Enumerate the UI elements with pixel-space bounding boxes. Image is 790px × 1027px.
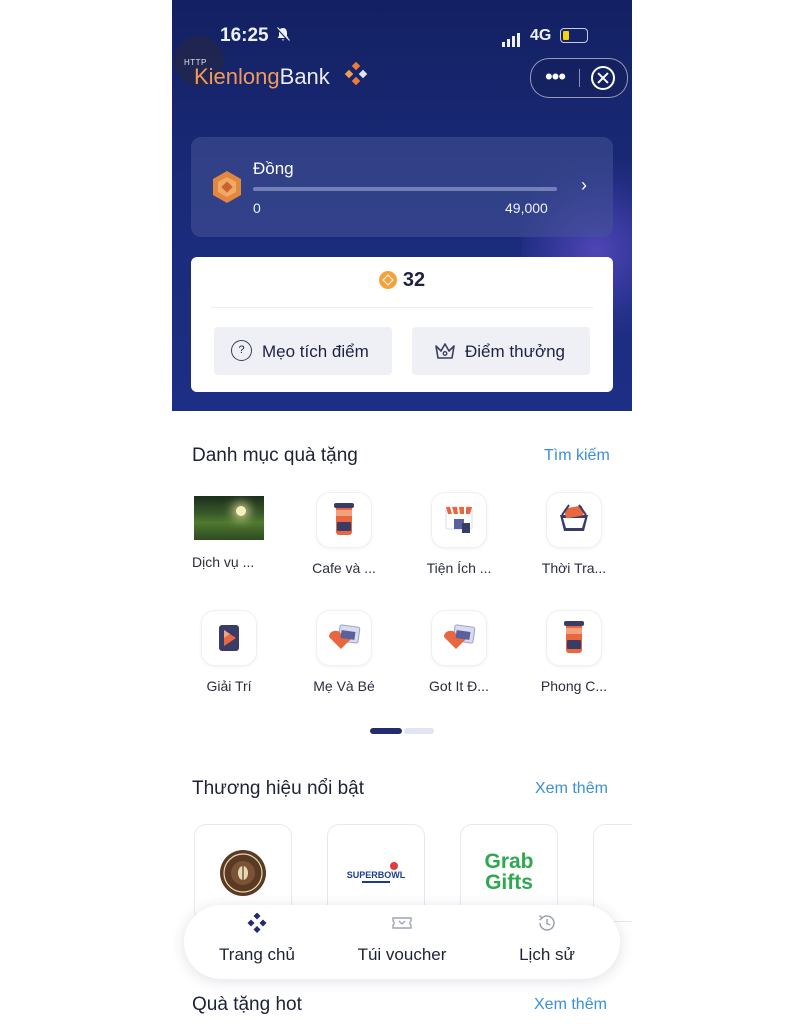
status-time: 16:25 [220,25,269,46]
search-link[interactable]: Tìm kiếm [544,447,610,465]
membership-tier-card[interactable]: Đồng 0 49,000 › [191,137,613,237]
category-item[interactable]: Phong C... [524,610,624,694]
hot-gifts-title: Quà tặng hot [192,994,302,1015]
crown-icon [434,341,456,365]
close-icon[interactable] [591,66,615,90]
category-item[interactable]: Mẹ Và Bé [294,610,394,694]
home-icon [247,912,267,934]
points-card: 32 ? Mẹo tích điểm Điểm thưởng [191,257,613,392]
app-screen: 16:25 4G HTTP KienlongBank ••• Đồng 0 49… [172,0,632,1027]
logo-mark-icon [344,61,368,91]
question-icon: ? [231,340,252,361]
battery-icon [560,28,588,43]
shopping-basket-icon [546,492,602,548]
hero-header: 16:25 4G HTTP KienlongBank ••• Đồng 0 49… [172,0,632,411]
grab-gifts-logo: Grab Gifts [461,851,557,893]
category-label: Phong C... [540,678,608,694]
gift-categories-title: Danh mục quà tặng [192,445,358,466]
page-dot [404,728,434,734]
category-item[interactable]: Thời Tra... [524,492,624,576]
capsule-divider [579,69,580,87]
bronze-tier-icon [211,170,243,209]
tab-home-label: Trang chủ [219,945,295,964]
miniapp-capsule: ••• [530,58,628,98]
tab-voucher[interactable]: Túi voucher [337,905,467,979]
bell-muted-icon [276,27,290,45]
tier-progress-bar [253,187,557,191]
points-balance: 32 [191,269,613,292]
tier-progress-max: 49,000 [505,200,548,216]
points-value: 32 [402,269,426,291]
earning-tips-label: Mẹo tích điểm [262,342,369,361]
grab-logo-line2: Gifts [485,871,533,894]
tab-home[interactable]: Trang chủ [192,905,322,979]
status-bar: 16:25 4G [172,25,632,49]
hot-gifts-see-more-link[interactable]: Xem thêm [534,996,607,1014]
category-label: Thời Tra... [541,560,607,576]
bonus-points-button[interactable]: Điểm thưởng [412,327,590,375]
landscape-photo [194,496,264,540]
network-type: 4G [530,27,552,44]
featured-brands-title: Thương hiệu nổi bật [192,778,365,799]
voucher-icon [392,913,412,933]
signal-icon [502,29,522,47]
category-label: Mẹ Và Bé [313,678,375,694]
coffee-cup-icon [316,492,372,548]
grab-logo-line1: Grab [484,850,534,873]
category-item[interactable]: Cafe và ... [294,492,394,576]
logo-text-bank: Bank [279,64,330,89]
category-item[interactable]: Tiện Ích ... [409,492,509,576]
tab-history[interactable]: Lịch sử [482,905,612,979]
divider [211,307,593,308]
tier-progress-min: 0 [253,200,261,216]
category-label: Got It Đ... [429,678,489,694]
superbowl-logo-text: SUPERBOWL [347,870,406,880]
kienlongbank-logo: KienlongBank [194,64,330,90]
gift-card-icon [431,610,487,666]
category-label: Cafe và ... [312,560,376,576]
category-label: Tiện Ích ... [426,560,492,576]
logo-text-kienlong: Kienlong [194,64,280,89]
page-dot-active [370,728,402,734]
bonus-points-label: Điểm thưởng [465,342,566,361]
shop-icon [431,492,487,548]
see-more-link[interactable]: Xem thêm [535,780,608,798]
history-icon [537,913,557,933]
more-options-button[interactable]: ••• [531,59,579,97]
earning-tips-button[interactable]: ? Mẹo tích điểm [214,327,392,375]
tier-name: Đồng [253,159,294,178]
category-label: Giải Trí [206,678,252,694]
category-item[interactable]: Giải Trí [179,610,279,694]
bottom-tab-bar: Trang chủ Túi voucher Lịch sử [184,905,620,979]
category-label: Dịch vụ ... [192,554,255,570]
chevron-right-icon: › [581,175,587,195]
coin-icon [378,271,397,289]
play-icon [201,610,257,666]
coffee-cup-icon [546,610,602,666]
tab-voucher-label: Túi voucher [357,945,447,964]
gift-card-icon [316,610,372,666]
tab-history-label: Lịch sử [519,945,575,964]
category-item[interactable]: Dịch vụ ... [179,496,279,570]
category-item[interactable]: Got It Đ... [409,610,509,694]
